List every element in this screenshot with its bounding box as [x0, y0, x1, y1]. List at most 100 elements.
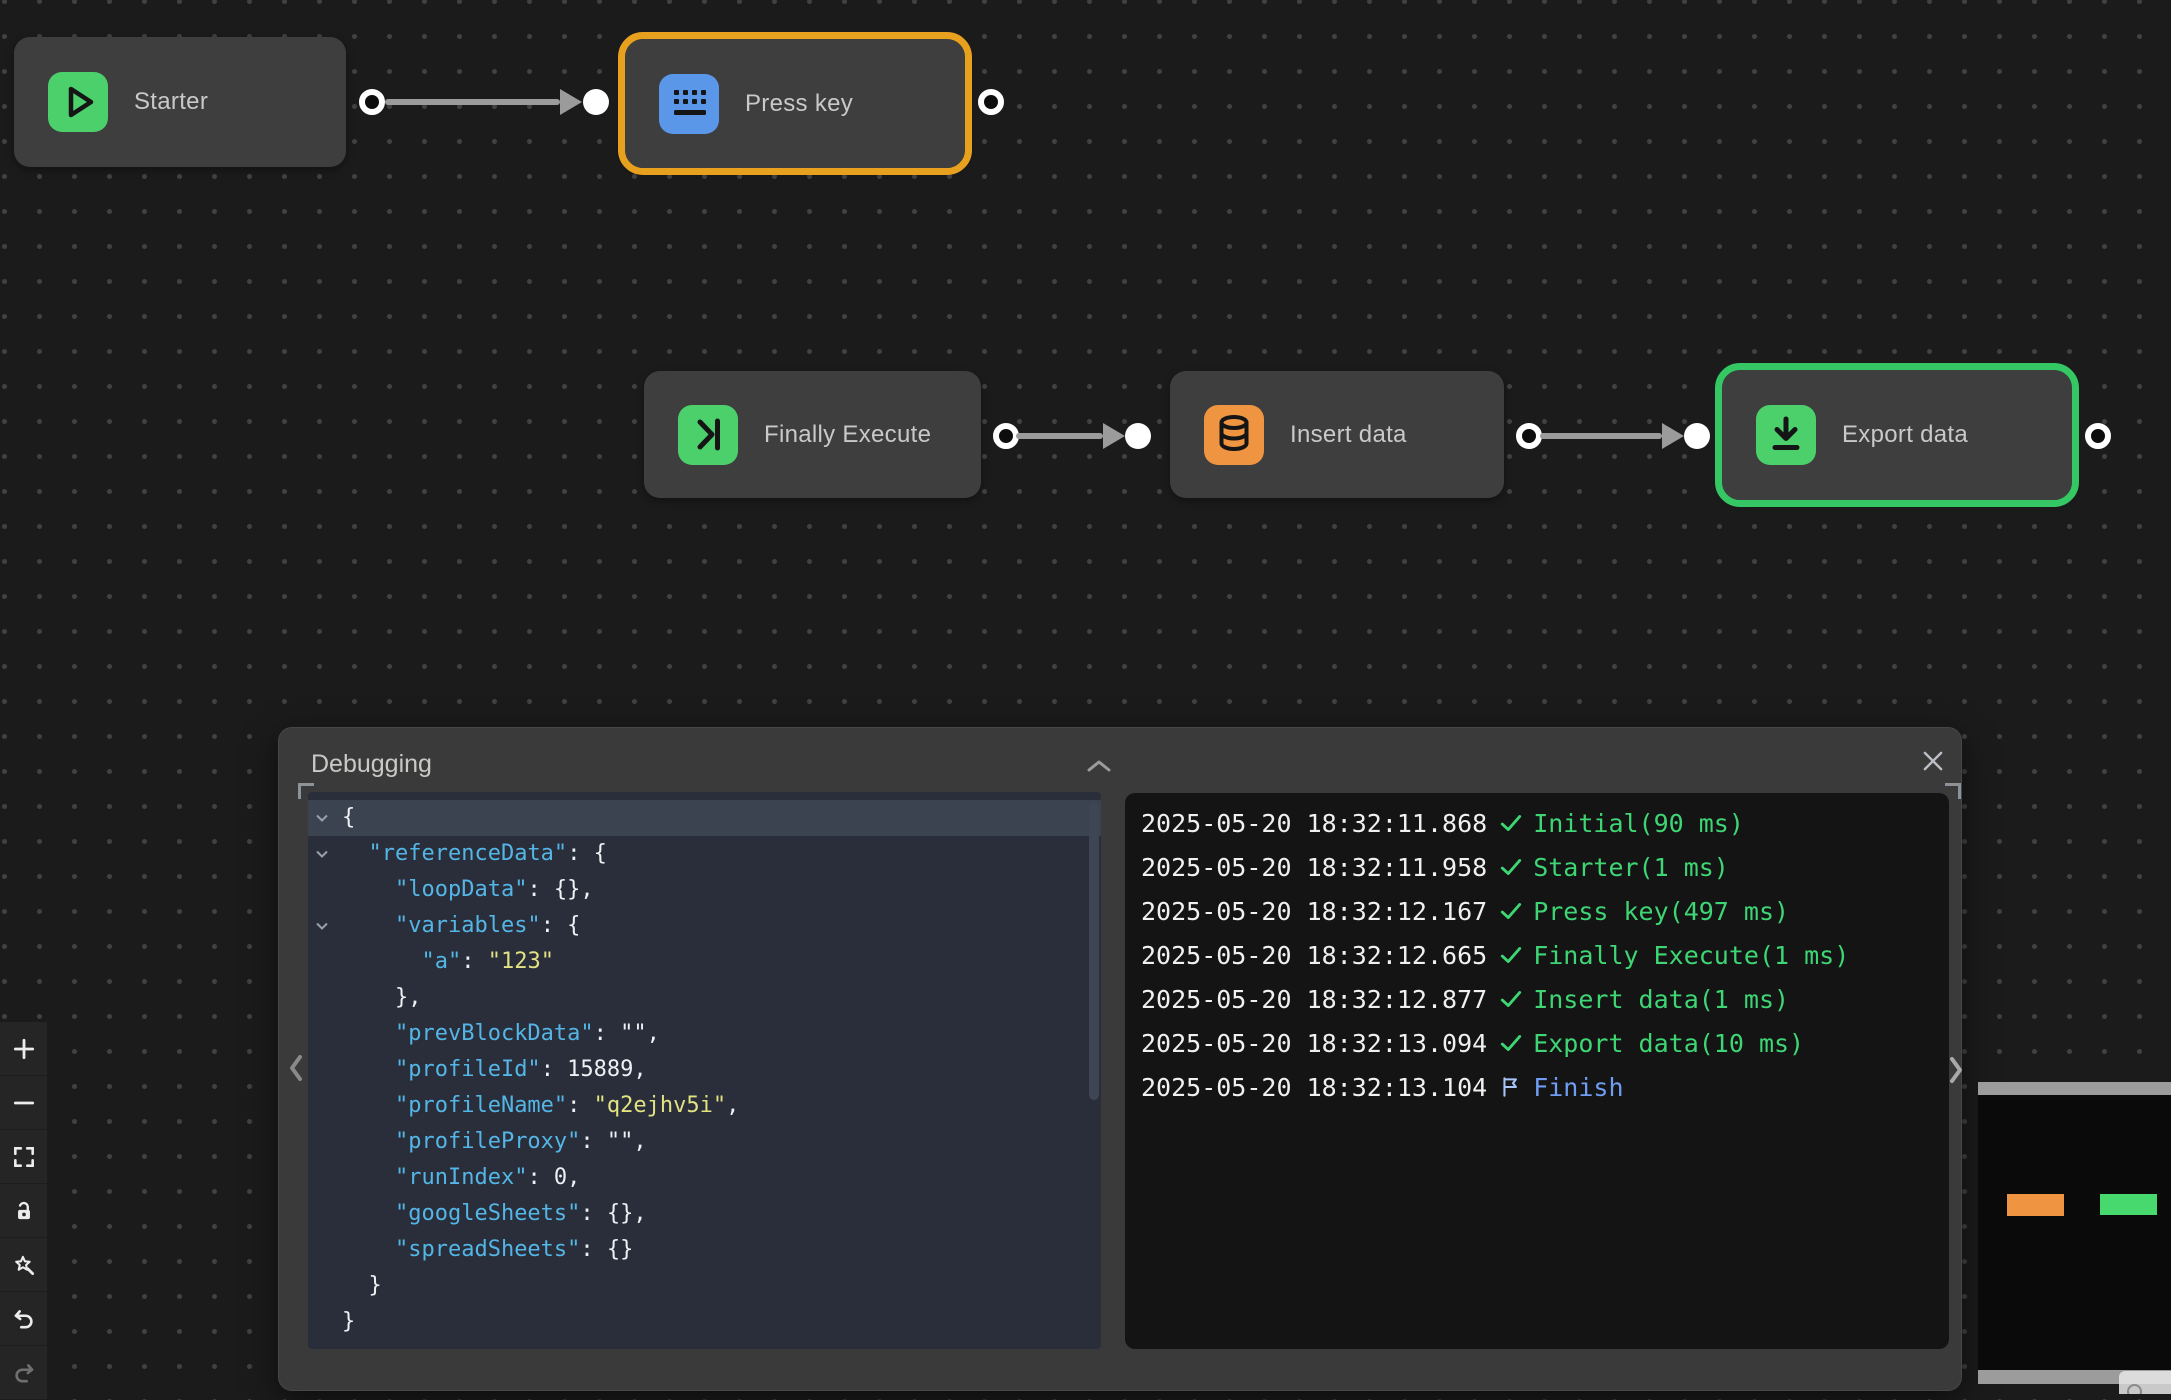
json-text: }	[342, 1273, 382, 1298]
minimap[interactable]	[1978, 1082, 2171, 1384]
json-variable-viewer[interactable]: { "referenceData": { "loopData": {}, "va…	[308, 792, 1101, 1349]
json-line[interactable]: "profileName": "q2ejhv5i",	[308, 1088, 1101, 1124]
json-text: }	[342, 1309, 355, 1334]
magic-wand-button[interactable]	[0, 1238, 47, 1292]
json-text: :	[567, 1093, 594, 1118]
json-line[interactable]: }	[308, 1304, 1101, 1340]
export-data-input-port[interactable]	[1684, 423, 1710, 449]
json-line[interactable]: "loopData": {},	[308, 872, 1101, 908]
json-line[interactable]: "profileProxy": "",	[308, 1124, 1101, 1160]
log-timestamp: 2025-05-20 18:32:12.167	[1141, 897, 1487, 926]
insert-data-output-port[interactable]	[1516, 423, 1542, 449]
json-line[interactable]: }	[308, 1268, 1101, 1304]
minus-icon	[11, 1090, 37, 1116]
json-line[interactable]: "runIndex": 0,	[308, 1160, 1101, 1196]
json-line[interactable]: "googleSheets": {},	[308, 1196, 1101, 1232]
redo-icon	[11, 1360, 37, 1386]
zoom-in-button[interactable]	[0, 1022, 47, 1076]
json-text	[342, 1237, 395, 1262]
chevron-right-icon	[1947, 1073, 1965, 1090]
json-line[interactable]: "referenceData": {	[308, 836, 1101, 872]
json-key: "referenceData"	[369, 841, 568, 866]
minimap-node-green	[2100, 1194, 2157, 1215]
edge-finally-insert	[1016, 433, 1103, 439]
json-text: : {}	[580, 1237, 633, 1262]
redo-button[interactable]	[0, 1346, 47, 1400]
json-text	[342, 1093, 395, 1118]
close-icon	[1920, 761, 1946, 778]
log-entry: 2025-05-20 18:32:12.877Insert data(1 ms)	[1141, 977, 1949, 1021]
json-text: :	[461, 949, 488, 974]
log-message: Finally Execute(1 ms)	[1533, 941, 1849, 970]
close-panel-button[interactable]	[1920, 748, 1946, 774]
collapse-toggle-icon[interactable]	[316, 800, 328, 836]
node-insert-data[interactable]: Insert data	[1170, 371, 1504, 498]
check-icon	[1499, 811, 1523, 835]
log-timestamp: 2025-05-20 18:32:11.868	[1141, 809, 1487, 838]
zoom-out-button[interactable]	[0, 1076, 47, 1130]
plus-icon	[11, 1036, 37, 1062]
collapse-toggle-icon[interactable]	[316, 836, 328, 872]
scroll-left-button[interactable]	[287, 1052, 305, 1084]
node-press-key[interactable]: Press key	[625, 39, 965, 168]
log-message: Initial(90 ms)	[1533, 809, 1744, 838]
json-text: : {},	[580, 1201, 646, 1226]
json-key: "variables"	[395, 913, 541, 938]
json-key: "googleSheets"	[395, 1201, 580, 1226]
json-text: : {},	[527, 877, 593, 902]
lock-button[interactable]	[0, 1184, 47, 1238]
json-line[interactable]: "profileId": 15889,	[308, 1052, 1101, 1088]
node-finally-execute[interactable]: Finally Execute	[644, 371, 981, 498]
undo-button[interactable]	[0, 1292, 47, 1346]
collapse-toggle-icon[interactable]	[316, 908, 328, 944]
json-key: "prevBlockData"	[395, 1021, 594, 1046]
fullscreen-icon	[11, 1144, 37, 1170]
log-entry: 2025-05-20 18:32:13.104Finish	[1141, 1065, 1949, 1109]
minimap-overlay-button[interactable]	[2119, 1371, 2171, 1394]
starter-output-port[interactable]	[359, 89, 385, 115]
panel-title: Debugging	[311, 750, 432, 779]
edge-insert-export	[1540, 433, 1662, 439]
node-label: Starter	[134, 88, 208, 116]
json-text: },	[342, 985, 421, 1010]
json-line[interactable]: "a": "123"	[308, 944, 1101, 980]
debugging-panel: Debugging { "referenceData": { "loopData…	[278, 727, 1962, 1391]
insert-data-input-port[interactable]	[1125, 423, 1151, 449]
press-key-input-port[interactable]	[583, 89, 609, 115]
press-key-output-port[interactable]	[978, 89, 1004, 115]
json-key: "profileId"	[395, 1057, 541, 1082]
check-icon	[1499, 1031, 1523, 1055]
check-icon	[1499, 943, 1523, 967]
json-scrollbar[interactable]	[1089, 802, 1099, 1100]
json-line[interactable]: "variables": {	[308, 908, 1101, 944]
log-message: Finish	[1533, 1073, 1623, 1102]
export-data-output-port[interactable]	[2085, 423, 2111, 449]
fit-view-button[interactable]	[0, 1130, 47, 1184]
collapse-panel-button[interactable]	[1085, 758, 1115, 776]
json-text	[342, 1057, 395, 1082]
check-icon	[1499, 899, 1523, 923]
lock-glyph-icon	[2127, 1384, 2142, 1394]
json-key: "a"	[421, 949, 461, 974]
json-line[interactable]: "prevBlockData": "",	[308, 1016, 1101, 1052]
execution-log[interactable]: 2025-05-20 18:32:11.868Initial(90 ms)202…	[1125, 793, 1949, 1349]
edge-arrowhead	[1103, 423, 1125, 449]
json-text: : {	[567, 841, 607, 866]
node-label: Finally Execute	[764, 421, 931, 449]
scroll-right-button[interactable]	[1947, 1054, 1965, 1086]
log-timestamp: 2025-05-20 18:32:12.877	[1141, 985, 1487, 1014]
edge-arrowhead	[560, 89, 582, 115]
skip-end-icon	[678, 405, 738, 465]
json-text	[342, 1165, 395, 1190]
node-starter[interactable]: Starter	[14, 37, 346, 167]
log-message: Starter(1 ms)	[1533, 853, 1729, 882]
log-message: Press key(497 ms)	[1533, 897, 1789, 926]
json-text	[342, 913, 395, 938]
json-line[interactable]: },	[308, 980, 1101, 1016]
log-entry: 2025-05-20 18:32:11.868 Initial(90 ms)	[1141, 801, 1949, 845]
keyboard-icon	[659, 74, 719, 134]
json-text: {	[342, 805, 355, 830]
json-line[interactable]: {	[308, 800, 1101, 836]
json-line[interactable]: "spreadSheets": {}	[308, 1232, 1101, 1268]
node-export-data[interactable]: Export data	[1722, 370, 2072, 500]
